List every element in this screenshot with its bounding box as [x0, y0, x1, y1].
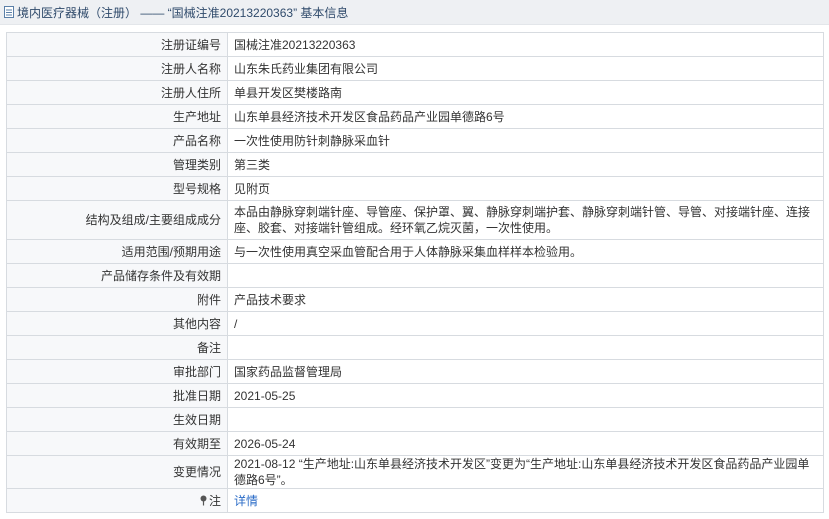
row-value: 国械注准20213220363 — [227, 32, 824, 57]
row-label: 生效日期 — [6, 407, 228, 432]
note-value: 详情 — [227, 488, 824, 513]
row-value: / — [227, 311, 824, 336]
row-label: 注册人住所 — [6, 80, 228, 105]
row-value: 本品由静脉穿刺端针座、导管座、保护罩、翼、静脉穿刺端护套、静脉穿刺端针管、导管、… — [227, 200, 824, 240]
row-label: 备注 — [6, 335, 228, 360]
row-label: 适用范围/预期用途 — [6, 239, 228, 264]
row-label: 结构及组成/主要组成成分 — [6, 200, 228, 240]
row-label: 其他内容 — [6, 311, 228, 336]
row-value: 山东朱氏药业集团有限公司 — [227, 56, 824, 81]
row-value: 国家药品监督管理局 — [227, 359, 824, 384]
row-value: 2021-08-12 “生产地址:山东单县经济技术开发区”变更为“生产地址:山东… — [227, 455, 824, 489]
row-label: 注册人名称 — [6, 56, 228, 81]
note-label-text: 注 — [208, 493, 221, 508]
note-row: 注 详情 — [6, 488, 824, 513]
row-value: 见附页 — [227, 176, 824, 201]
row-label: 批准日期 — [6, 383, 228, 408]
row-value: 2026-05-24 — [227, 431, 824, 456]
table-row: 注册证编号 国械注准20213220363 — [6, 32, 824, 57]
table-row: 其他内容 / — [6, 311, 824, 336]
table-row: 生产地址 山东单县经济技术开发区食品药品产业园单德路6号 — [6, 104, 824, 129]
row-value — [227, 335, 824, 360]
details-link[interactable]: 详情 — [234, 494, 258, 508]
table-row: 产品名称 一次性使用防针刺静脉采血针 — [6, 128, 824, 153]
detail-table: 注册证编号 国械注准20213220363 注册人名称 山东朱氏药业集团有限公司 注… — [6, 32, 824, 513]
table-row: 变更情况 2021-08-12 “生产地址:山东单县经济技术开发区”变更为“生产地… — [6, 455, 824, 489]
row-value: 山东单县经济技术开发区食品药品产业园单德路6号 — [227, 104, 824, 129]
page-header: 境内医疗器械（注册） —— “国械注准20213220363” 基本信息 — [0, 0, 829, 25]
detail-panel: 注册证编号 国械注准20213220363 注册人名称 山东朱氏药业集团有限公司 注… — [6, 32, 824, 513]
table-row: 生效日期 — [6, 407, 824, 432]
table-row: 适用范围/预期用途 与一次性使用真空采血管配合用于人体静脉采集血样样本检验用。 — [6, 239, 824, 264]
row-value: 单县开发区樊楼路南 — [227, 80, 824, 105]
row-value — [227, 263, 824, 288]
table-row: 注册人名称 山东朱氏药业集团有限公司 — [6, 56, 824, 81]
row-label: 附件 — [6, 287, 228, 312]
page-title: 境内医疗器械（注册） —— “国械注准20213220363” 基本信息 — [17, 5, 349, 20]
row-label: 审批部门 — [6, 359, 228, 384]
row-value: 一次性使用防针刺静脉采血针 — [227, 128, 824, 153]
row-label: 生产地址 — [6, 104, 228, 129]
table-row: 结构及组成/主要组成成分 本品由静脉穿刺端针座、导管座、保护罩、翼、静脉穿刺端护套… — [6, 200, 824, 240]
table-row: 审批部门 国家药品监督管理局 — [6, 359, 824, 384]
row-value: 与一次性使用真空采血管配合用于人体静脉采集血样样本检验用。 — [227, 239, 824, 264]
table-row: 批准日期 2021-05-25 — [6, 383, 824, 408]
row-value: 产品技术要求 — [227, 287, 824, 312]
table-row: 管理类别 第三类 — [6, 152, 824, 177]
note-label: 注 — [6, 488, 228, 513]
row-value — [227, 407, 824, 432]
table-row: 产品储存条件及有效期 — [6, 263, 824, 288]
row-label: 产品名称 — [6, 128, 228, 153]
row-label: 有效期至 — [6, 431, 228, 456]
row-label: 注册证编号 — [6, 32, 228, 57]
row-label: 管理类别 — [6, 152, 228, 177]
row-value: 第三类 — [227, 152, 824, 177]
table-row: 型号规格 见附页 — [6, 176, 824, 201]
table-row: 附件 产品技术要求 — [6, 287, 824, 312]
row-label: 产品储存条件及有效期 — [6, 263, 228, 288]
table-row: 注册人住所 单县开发区樊楼路南 — [6, 80, 824, 105]
row-label: 变更情况 — [6, 455, 228, 489]
document-icon — [4, 6, 14, 18]
table-row: 备注 — [6, 335, 824, 360]
table-row: 有效期至 2026-05-24 — [6, 431, 824, 456]
pin-icon — [200, 495, 207, 505]
row-label: 型号规格 — [6, 176, 228, 201]
row-value: 2021-05-25 — [227, 383, 824, 408]
